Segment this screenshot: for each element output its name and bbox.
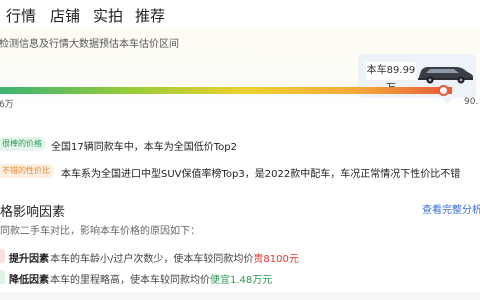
highlight-row-price: 很棒的价格 全国17辆同款车中，本车为全国低价Top2 <box>0 136 480 154</box>
tab-store[interactable]: 店铺 <box>50 5 80 26</box>
suv-car-icon <box>418 67 473 84</box>
factor-label-decrease: 降低因素 <box>9 275 49 286</box>
increase-indicator-icon <box>0 249 5 263</box>
tab-bar: 行情 店铺 实拍 推荐 <box>0 0 480 31</box>
bottom-divider <box>0 292 480 300</box>
tab-recommend[interactable]: 推荐 <box>135 5 165 26</box>
full-analysis-link[interactable]: 查看完整分析 <box>422 201 480 216</box>
highlight-text-price: 全国17辆同款车中，本车为全国低价Top2 <box>51 142 237 153</box>
decrease-indicator-icon <box>0 270 5 284</box>
price-range-card: 检测信息及行情大数据预估本车估价区间 本车89.99万 6万 90. <box>0 28 480 110</box>
factor-delta-increase: 贵8100元 <box>253 254 299 265</box>
factor-row-decrease: 降低因素 本车的里程略高，使本车较同款均价便宜1.48万元 <box>0 269 480 287</box>
factor-text-increase: 本车的车龄小/过户次数少，使本车较同款均价贵8100元 <box>50 254 299 265</box>
price-factors-title: 格影响因素 <box>0 205 66 220</box>
tab-photos[interactable]: 实拍 <box>93 5 123 26</box>
price-range-description: 检测信息及行情大数据预估本车估价区间 <box>0 39 179 50</box>
factor-label-increase: 提升因素 <box>9 254 49 265</box>
factors-compare-text: 同款二手车对比，影响本车价格的原因如下： <box>0 226 200 237</box>
factor-row-increase: 提升因素 本车的车龄小/过户次数少，使本车较同款均价贵8100元 <box>0 248 480 266</box>
price-scale-min: 6万 <box>0 100 14 110</box>
price-scale-max: 90. <box>464 97 479 107</box>
price-gradient-bar <box>0 87 452 94</box>
tab-market[interactable]: 行情 <box>6 5 36 31</box>
great-price-badge: 很棒的价格 <box>0 137 46 151</box>
car-price-label: 本车89.99万 <box>366 62 416 94</box>
price-analysis-page: 行情 店铺 实拍 推荐 检测信息及行情大数据预估本车估价区间 本车89.99万 … <box>0 0 480 300</box>
good-value-badge: 不错的性价比 <box>0 164 54 178</box>
highlight-text-value: 本车系为全国进口中型SUV保值率榜Top3，是2022款中配车，车况正常情况下性… <box>61 169 461 180</box>
factor-delta-decrease: 便宜1.48万元 <box>210 275 273 286</box>
highlight-row-value: 不错的性价比 本车系为全国进口中型SUV保值率榜Top3，是2022款中配车，车… <box>0 163 480 181</box>
factor-text-decrease: 本车的里程略高，使本车较同款均价便宜1.48万元 <box>50 275 273 286</box>
